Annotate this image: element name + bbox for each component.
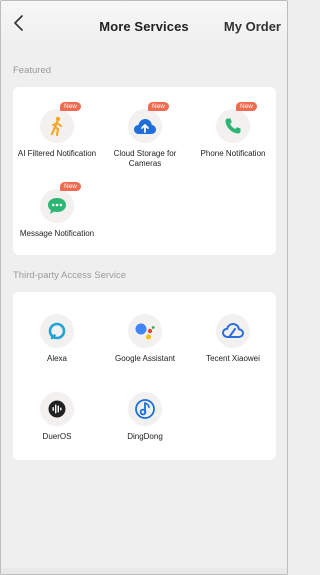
tencent-xiaowei-icon-wrap (216, 314, 250, 348)
tencent-xiaowei-icon (221, 322, 245, 338)
bottom-edge (1, 568, 287, 574)
new-badge: New (148, 102, 170, 111)
item-label: Message Notification (19, 229, 95, 238)
walking-person-icon (50, 116, 62, 136)
item-label: Alexa (46, 354, 67, 363)
new-badge: New (60, 182, 82, 191)
item-label: DingDong (127, 432, 163, 441)
dingdong-item[interactable]: DingDong (105, 392, 185, 442)
dingdong-icon (135, 399, 155, 419)
item-label: DuerOS (42, 432, 72, 441)
cloud-storage-icon-wrap: New (128, 102, 170, 143)
item-label: Cloud Storage for Cameras (113, 149, 177, 168)
google-assistant-item[interactable]: Google Assistant (105, 314, 185, 364)
google-assistant-icon (135, 323, 155, 340)
message-notification-item[interactable]: New Message Notification (17, 182, 97, 239)
dingdong-icon-wrap (128, 392, 162, 426)
featured-card: New AI Filtered Notification New Cloud S… (13, 87, 276, 255)
screen: More Services My Order Featured New AI F… (0, 0, 288, 575)
dueros-icon-wrap (40, 392, 74, 426)
phone-notification-item[interactable]: New Phone Notification (193, 102, 273, 159)
ai-filtered-notification-icon-wrap: New (40, 102, 82, 143)
item-label: Tecent Xiaowei (206, 354, 260, 363)
dueros-item[interactable]: DuerOS (17, 392, 97, 442)
item-label: Phone Notification (200, 149, 266, 158)
item-label: Google Assistant (114, 354, 176, 363)
top-bar: More Services My Order (1, 1, 287, 45)
phone-notification-icon-wrap: New (216, 102, 258, 143)
featured-section-label: Featured (13, 65, 52, 76)
message-notification-icon-wrap: New (40, 182, 82, 223)
third-party-card: Alexa Google Assistant Tecent Xiaowei Du… (13, 292, 276, 460)
cloud-upload-icon (134, 119, 156, 134)
item-label: AI Filtered Notification (17, 149, 97, 158)
alexa-icon-wrap (40, 314, 74, 348)
google-assistant-icon-wrap (128, 314, 162, 348)
tencent-xiaowei-item[interactable]: Tecent Xiaowei (193, 314, 273, 364)
new-badge: New (60, 102, 82, 111)
alexa-icon (48, 322, 66, 340)
my-order-link[interactable]: My Order (224, 19, 281, 34)
third-party-section-label: Third-party Access Service (13, 270, 126, 281)
message-bubble-icon (48, 198, 66, 214)
cloud-storage-item[interactable]: New Cloud Storage for Cameras (105, 102, 185, 169)
ai-filtered-notification-item[interactable]: New AI Filtered Notification (17, 102, 97, 159)
new-badge: New (236, 102, 258, 111)
dueros-icon (48, 400, 66, 418)
phone-icon (225, 118, 241, 134)
alexa-item[interactable]: Alexa (17, 314, 97, 364)
